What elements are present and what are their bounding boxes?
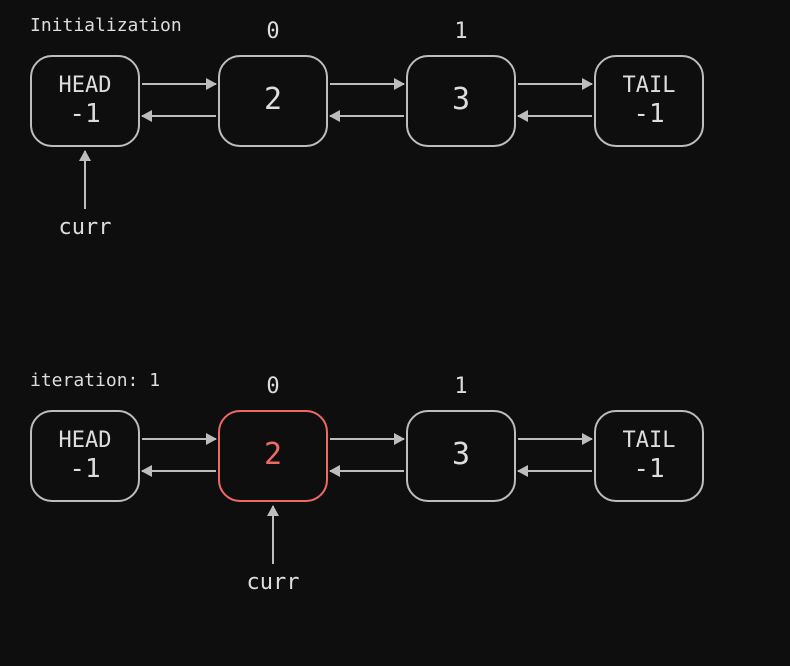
data-node: 2: [218, 410, 328, 502]
data-node: 3: [406, 55, 516, 147]
prev-arrow: [330, 115, 404, 117]
next-arrow: [142, 438, 216, 440]
data-node: 2: [218, 55, 328, 147]
node-value: 3: [452, 81, 470, 119]
node-value: -1: [633, 453, 664, 486]
next-arrow: [330, 438, 404, 440]
node-value: 2: [264, 436, 282, 474]
data-node: 3: [406, 410, 516, 502]
prev-arrow: [142, 470, 216, 472]
node-value: 3: [452, 436, 470, 474]
head-node: HEAD-1: [30, 55, 140, 147]
next-arrow: [330, 83, 404, 85]
next-arrow: [142, 83, 216, 85]
node-label: HEAD: [59, 72, 112, 100]
node-value: -1: [633, 98, 664, 131]
prev-arrow: [142, 115, 216, 117]
tail-node: TAIL-1: [594, 55, 704, 147]
head-node: HEAD-1: [30, 410, 140, 502]
pointer-arrow: [84, 151, 86, 209]
node-index: 0: [218, 374, 328, 399]
node-index: 1: [406, 374, 516, 399]
node-value: -1: [69, 98, 100, 131]
node-value: -1: [69, 453, 100, 486]
pointer-label: curr: [247, 570, 300, 595]
next-arrow: [518, 438, 592, 440]
prev-arrow: [518, 470, 592, 472]
node-label: HEAD: [59, 427, 112, 455]
node-value: 2: [264, 81, 282, 119]
prev-arrow: [330, 470, 404, 472]
node-label: TAIL: [623, 427, 676, 455]
prev-arrow: [518, 115, 592, 117]
stage-caption: Initialization: [30, 15, 182, 36]
node-index: 0: [218, 19, 328, 44]
node-label: TAIL: [623, 72, 676, 100]
next-arrow: [518, 83, 592, 85]
pointer-arrow: [272, 506, 274, 564]
node-index: 1: [406, 19, 516, 44]
pointer-label: curr: [59, 215, 112, 240]
stage-caption: iteration: 1: [30, 370, 160, 391]
tail-node: TAIL-1: [594, 410, 704, 502]
